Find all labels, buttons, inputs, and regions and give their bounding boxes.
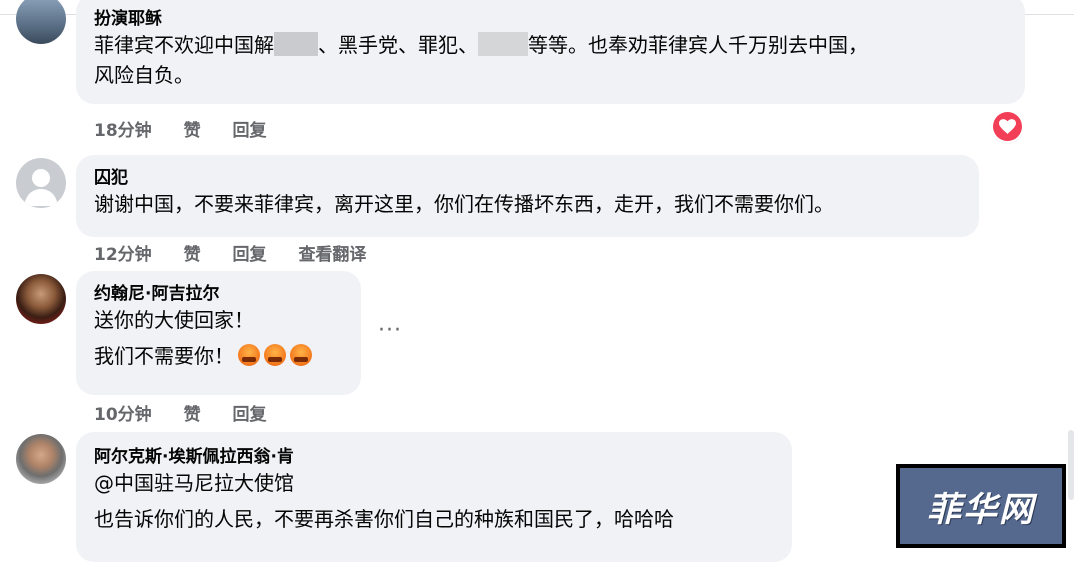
like-button[interactable]: 赞 (184, 121, 201, 141)
comment-timestamp[interactable]: 12分钟 (94, 245, 152, 265)
scrollbar[interactable] (1068, 430, 1074, 500)
avatar[interactable] (16, 0, 66, 44)
reply-button[interactable]: 回复 (233, 405, 267, 425)
comment-author[interactable]: 囚犯 (94, 167, 963, 189)
reply-button[interactable]: 回复 (233, 121, 267, 141)
comment-bubble: 阿尔克斯·埃斯佩拉西翁·肯 @中国驻马尼拉大使馆 也告诉你们的人民，不要再杀害你… (76, 432, 792, 562)
see-translation-link[interactable]: 查看翻译 (298, 245, 366, 265)
angry-face-icon (290, 344, 312, 366)
default-avatar-icon (24, 169, 58, 206)
comment-text: 风险自负。 (94, 63, 194, 87)
comment-text-part: 等等。也奉劝菲律宾人千万别去中国， (528, 33, 868, 57)
comment-text: 菲律宾不欢迎中国解 、黑手党、罪犯、 等等。也奉劝菲律宾人千万别去中国， (94, 30, 1009, 60)
like-button[interactable]: 赞 (184, 245, 201, 265)
comment-actions: 12分钟 赞 回复 查看翻译 (94, 240, 392, 265)
comment-actions: 18分钟 赞 回复 (94, 116, 293, 141)
comment-bubble: 扮演耶稣 菲律宾不欢迎中国解 、黑手党、罪犯、 等等。也奉劝菲律宾人千万别去中国， … (76, 0, 1025, 104)
avatar[interactable] (16, 274, 66, 324)
reply-button[interactable]: 回复 (233, 245, 267, 265)
comment-author[interactable]: 约翰尼·阿吉拉尔 (94, 283, 345, 305)
watermark-logo: 菲华网 (896, 464, 1066, 548)
comment-text-part: 、黑手党、罪犯、 (318, 33, 478, 57)
comment-text: 也告诉你们的人民，不要再杀害你们自己的种族和国民了，哈哈哈 (94, 507, 674, 531)
comment-bubble: 约翰尼·阿吉拉尔 送你的大使回家！ 我们不需要你！ (76, 271, 361, 395)
comment-author[interactable]: 阿尔克斯·埃斯佩拉西翁·肯 (94, 446, 776, 468)
comment-timestamp[interactable]: 18分钟 (94, 121, 152, 141)
angry-face-icon (238, 344, 260, 366)
comment-text-part: 菲律宾不欢迎中国解 (94, 33, 274, 57)
comment-timestamp[interactable]: 10分钟 (94, 405, 152, 425)
comment-text: 谢谢中国，不要来菲律宾，离开这里，你们在传播坏东西，走开，我们不需要你们。 (94, 192, 834, 216)
more-options-icon[interactable]: ··· (378, 318, 402, 343)
comment-text: 送你的大使回家！ (94, 308, 254, 332)
like-button[interactable]: 赞 (184, 405, 201, 425)
comment-bubble: 囚犯 谢谢中国，不要来菲律宾，离开这里，你们在传播坏东西，走开，我们不需要你们。 (76, 155, 979, 237)
heart-icon (999, 119, 1016, 134)
angry-face-icon (264, 344, 286, 366)
comment-text-part: 我们不需要你！ (94, 344, 234, 368)
comment-text: 我们不需要你！ (94, 341, 345, 371)
avatar[interactable] (16, 158, 66, 208)
redacted-block (274, 32, 318, 56)
mention-link[interactable]: @中国驻马尼拉大使馆 (94, 468, 776, 498)
watermark-panel: 菲华网 (900, 468, 1062, 544)
watermark-text: 菲华网 (927, 489, 1035, 530)
redacted-block (478, 32, 528, 56)
love-reaction-icon[interactable] (993, 112, 1022, 141)
comment-actions: 10分钟 赞 回复 (94, 400, 293, 425)
avatar[interactable] (16, 434, 66, 484)
comment-author[interactable]: 扮演耶稣 (94, 8, 1009, 30)
